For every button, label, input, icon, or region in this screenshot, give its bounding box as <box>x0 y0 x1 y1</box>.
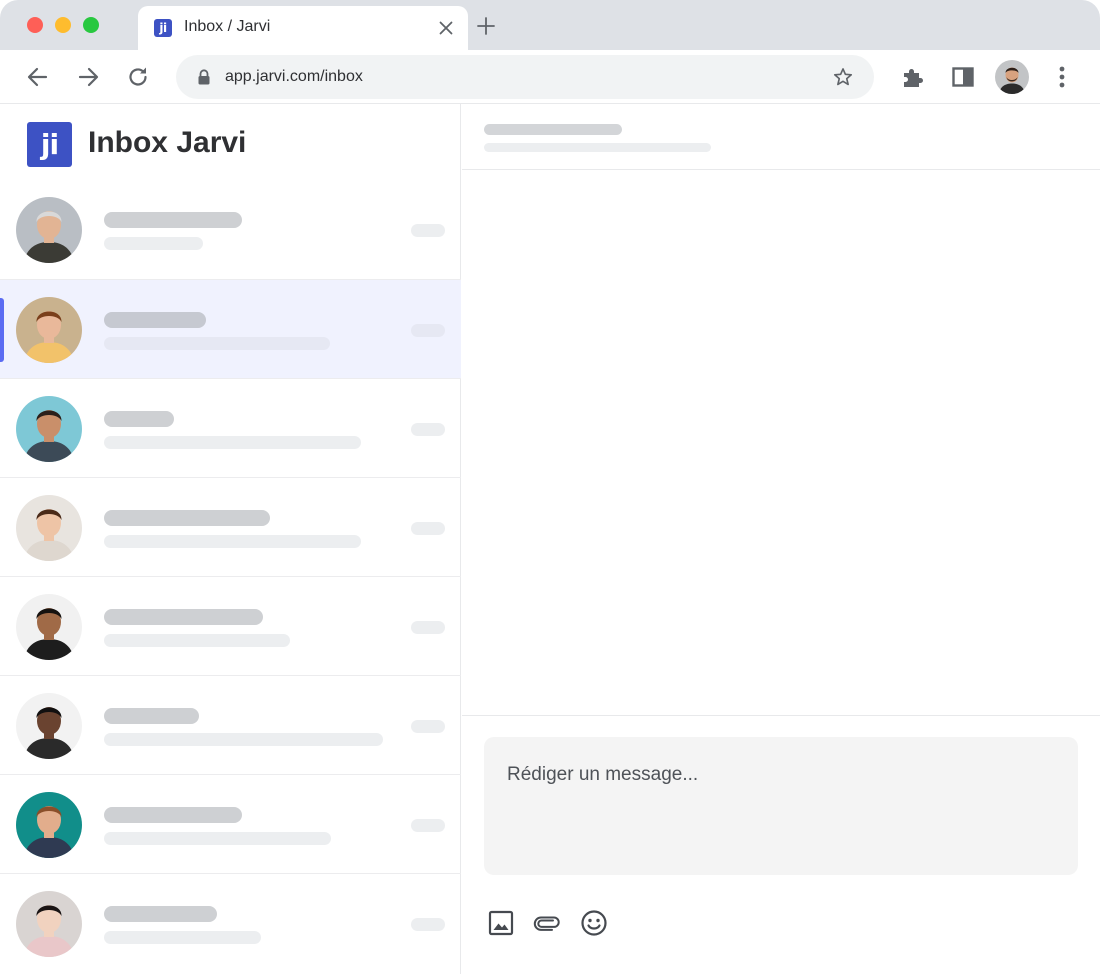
plus-icon[interactable] <box>474 14 498 38</box>
avatar <box>16 396 82 462</box>
conversation-item[interactable] <box>0 774 461 873</box>
message-input-placeholder: Rédiger un message... <box>507 764 699 785</box>
active-indicator <box>0 298 4 362</box>
contact-name-placeholder <box>104 411 174 427</box>
timestamp-placeholder <box>411 224 445 237</box>
conversation-item[interactable] <box>0 180 461 279</box>
contact-name-placeholder <box>104 510 270 526</box>
address-bar[interactable]: app.jarvi.com/inbox <box>176 55 874 99</box>
message-preview-placeholder <box>104 832 331 845</box>
side-panel-icon[interactable] <box>950 64 976 90</box>
message-preview-placeholder <box>104 931 261 944</box>
puzzle-icon[interactable] <box>900 64 926 90</box>
timestamp-placeholder <box>411 324 445 337</box>
tab-strip: ji Inbox / Jarvi <box>0 0 1100 50</box>
more-vertical-icon[interactable] <box>1051 64 1073 90</box>
app-title: Inbox Jarvi <box>88 126 247 159</box>
arrow-left-icon[interactable] <box>25 64 51 90</box>
composer-area: Rédiger un message... <box>462 715 1100 974</box>
message-thread: Rédiger un message... <box>462 104 1100 974</box>
timestamp-placeholder <box>411 522 445 535</box>
window-close-button[interactable] <box>27 17 43 33</box>
contact-name-placeholder <box>104 312 206 328</box>
avatar <box>16 297 82 363</box>
timestamp-placeholder <box>411 720 445 733</box>
contact-name-placeholder <box>484 124 622 135</box>
avatar <box>16 693 82 759</box>
timestamp-placeholder <box>411 918 445 931</box>
avatar <box>16 891 82 957</box>
contact-name-placeholder <box>104 212 242 228</box>
browser-tab-inbox[interactable]: ji Inbox / Jarvi <box>138 6 468 50</box>
conversation-item[interactable] <box>0 279 461 378</box>
conversation-sidebar: ji Inbox Jarvi <box>0 104 461 974</box>
browser-window: ji Inbox / Jarvi app.jarvi.com/inbox ji … <box>0 0 1100 974</box>
timestamp-placeholder <box>411 819 445 832</box>
contact-name-placeholder <box>104 609 263 625</box>
conversation-item[interactable] <box>0 477 461 576</box>
timestamp-placeholder <box>411 423 445 436</box>
message-preview-placeholder <box>104 634 290 647</box>
avatar <box>16 197 82 263</box>
lock-icon <box>198 69 210 85</box>
conversation-item[interactable] <box>0 675 461 774</box>
contact-name-placeholder <box>104 708 199 724</box>
conversation-item[interactable] <box>0 378 461 477</box>
contact-subtitle-placeholder <box>484 143 711 152</box>
message-input[interactable]: Rédiger un message... <box>484 737 1078 875</box>
tab-title: Inbox / Jarvi <box>184 18 271 35</box>
url-text[interactable]: app.jarvi.com/inbox <box>225 68 363 86</box>
window-minimize-button[interactable] <box>55 17 71 33</box>
close-icon[interactable] <box>434 16 458 40</box>
message-preview-placeholder <box>104 436 361 449</box>
window-zoom-button[interactable] <box>83 17 99 33</box>
tab-favicon: ji <box>154 19 172 37</box>
arrow-right-icon[interactable] <box>75 64 101 90</box>
avatar <box>16 594 82 660</box>
paperclip-icon[interactable] <box>532 908 562 938</box>
thread-header <box>462 104 1100 170</box>
contact-name-placeholder <box>104 906 217 922</box>
conversation-item[interactable] <box>0 873 461 972</box>
timestamp-placeholder <box>411 621 445 634</box>
conversation-item[interactable] <box>0 576 461 675</box>
message-preview-placeholder <box>104 535 361 548</box>
avatar <box>16 792 82 858</box>
message-preview-placeholder <box>104 337 330 350</box>
avatar[interactable] <box>995 60 1029 94</box>
contact-name-placeholder <box>104 807 242 823</box>
emoji-icon[interactable] <box>579 908 609 938</box>
image-icon[interactable] <box>486 908 516 938</box>
star-icon[interactable] <box>832 66 854 88</box>
reload-icon[interactable] <box>125 64 151 90</box>
message-preview-placeholder <box>104 733 383 746</box>
browser-toolbar: app.jarvi.com/inbox <box>0 50 1100 104</box>
message-preview-placeholder <box>104 237 203 250</box>
avatar <box>16 495 82 561</box>
app-logo: ji <box>27 122 72 167</box>
